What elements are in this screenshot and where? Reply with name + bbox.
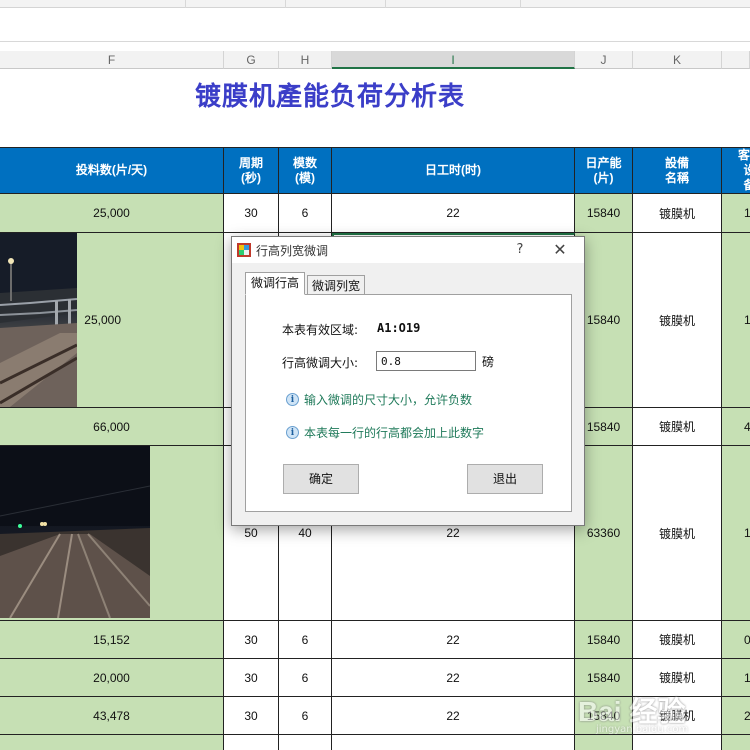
table-cell[interactable] [279, 735, 332, 750]
table-cell[interactable]: 6 [279, 697, 332, 735]
column-header-g[interactable]: G [224, 51, 279, 69]
table-cell[interactable] [224, 735, 279, 750]
header-input-qty[interactable]: 投料数(片/天) [0, 147, 224, 194]
column-header-f[interactable]: F [0, 51, 224, 69]
column-header-i[interactable]: I [332, 51, 575, 69]
table-cell[interactable]: 镀膜机 [633, 233, 722, 408]
dialog-title: 行高列宽微调 [256, 244, 329, 258]
header-equipment-line2: 名稱 [664, 170, 689, 185]
range-value: A1:O19 [377, 321, 421, 335]
row-col-adjust-dialog: 行高列宽微调 ? ✕ 微调行高 微调列宽 本表有效区域: A1:O19 行高微调… [231, 236, 585, 526]
header-daily-capacity[interactable]: 日产能 (片) [575, 147, 633, 194]
info-icon: i [286, 393, 299, 406]
header-cycle[interactable]: 周期 (秒) [224, 147, 279, 194]
header-equipment-name[interactable]: 設備 名稱 [633, 147, 722, 194]
header-customer-line2: 设备 [738, 163, 750, 193]
app-icon [237, 243, 251, 257]
table-cell[interactable]: 镀膜机 [633, 194, 722, 233]
table-cell[interactable]: 30 [224, 659, 279, 697]
range-label: 本表有效区域: [282, 323, 359, 337]
table-cell[interactable] [332, 735, 575, 750]
ok-button[interactable]: 确定 [283, 464, 359, 494]
table-cell[interactable]: 30 [224, 621, 279, 659]
tab-adjust-col-width[interactable]: 微调列宽 [307, 275, 365, 295]
table-cell[interactable]: 6 [279, 659, 332, 697]
table-cell[interactable]: 20,000 [0, 659, 224, 697]
table-cell[interactable]: 30 [224, 194, 279, 233]
header-daily-hours[interactable]: 日工时(时) [332, 147, 575, 194]
column-header-k[interactable]: K [633, 51, 722, 69]
table-cell[interactable]: 1 [722, 446, 750, 621]
unit-label: 磅 [482, 355, 495, 369]
table-cell[interactable]: 43,478 [0, 697, 224, 735]
exit-button[interactable]: 退出 [467, 464, 543, 494]
table-cell[interactable]: 15840 [575, 621, 633, 659]
header-molds-line2: (模) [295, 170, 315, 185]
railway-tracks-photo[interactable] [0, 446, 150, 618]
adjust-size-label: 行高微调大小: [282, 356, 359, 370]
info-text-2: 本表每一行的行高都会加上此数字 [304, 426, 485, 440]
watermark-sub: jingyan.baidu.com [596, 724, 689, 735]
baidu-watermark: Bai 经验 jingyan.baidu.com [578, 690, 748, 740]
header-customer-equipment[interactable]: 客 设备 [722, 147, 750, 194]
table-cell[interactable]: 15840 [575, 194, 633, 233]
dialog-title-bar[interactable]: 行高列宽微调 ? ✕ [232, 237, 584, 263]
column-header-j[interactable]: J [575, 51, 633, 69]
table-cell[interactable]: 66,000 [0, 408, 224, 446]
info-hint-1: i 输入微调的尺寸大小，允许负数 [286, 391, 472, 408]
adjust-size-input[interactable] [376, 351, 476, 371]
info-hint-2: i 本表每一行的行高都会加上此数字 [286, 424, 484, 441]
table-cell[interactable]: 6 [279, 194, 332, 233]
table-cell[interactable]: 6 [279, 621, 332, 659]
table-cell[interactable] [0, 735, 224, 750]
table-cell[interactable]: 镀膜机 [633, 408, 722, 446]
info-text-1: 输入微调的尺寸大小，允许负数 [304, 393, 473, 407]
header-capacity-line1: 日产能 [585, 155, 622, 170]
column-header-l[interactable] [722, 51, 750, 69]
formula-bar-area [0, 8, 750, 42]
railway-photo-drawing [0, 233, 77, 407]
table-cell[interactable]: 0 [722, 621, 750, 659]
help-icon[interactable]: ? [508, 240, 532, 260]
railway-night-photo[interactable] [0, 233, 77, 407]
close-icon[interactable]: ✕ [546, 240, 574, 260]
table-cell[interactable]: 4 [722, 408, 750, 446]
table-cell[interactable]: 25,000 [0, 194, 224, 233]
column-header-h[interactable]: H [279, 51, 332, 69]
table-cell[interactable]: 22 [332, 194, 575, 233]
table-cell[interactable]: 30 [224, 697, 279, 735]
ribbon-remnant [0, 0, 750, 8]
table-cell[interactable]: 15,152 [0, 621, 224, 659]
table-cell[interactable]: 22 [332, 621, 575, 659]
info-icon: i [286, 426, 299, 439]
tab-adjust-row-height[interactable]: 微调行高 [245, 272, 305, 295]
table-cell[interactable]: 镀膜机 [633, 621, 722, 659]
table-cell[interactable]: 22 [332, 697, 575, 735]
header-equipment-line1: 設備 [664, 155, 689, 170]
tracks-photo-drawing [0, 446, 150, 618]
header-customer-line1: 客 [738, 148, 750, 162]
table-cell[interactable]: 1 [722, 233, 750, 408]
sheet-title: 镀膜机產能负荷分析表 [194, 82, 465, 112]
header-molds-line1: 模数 [292, 155, 317, 170]
tab-panel: 本表有效区域: A1:O19 行高微调大小: 磅 i 输入微调的尺寸大小，允许负… [245, 294, 572, 512]
spreadsheet-window: F G H I J K 镀膜机產能负荷分析表 投料数(片/天) 周期 (秒) 模… [0, 0, 750, 750]
header-molds[interactable]: 模数 (模) [279, 147, 332, 194]
table-cell[interactable]: 镀膜机 [633, 446, 722, 621]
header-capacity-line2: (片) [593, 170, 614, 185]
header-cycle-line2: (秒) [241, 170, 261, 185]
table-cell[interactable]: 1 [722, 194, 750, 233]
table-cell[interactable]: 22 [332, 659, 575, 697]
header-cycle-line1: 周期 [238, 155, 263, 170]
